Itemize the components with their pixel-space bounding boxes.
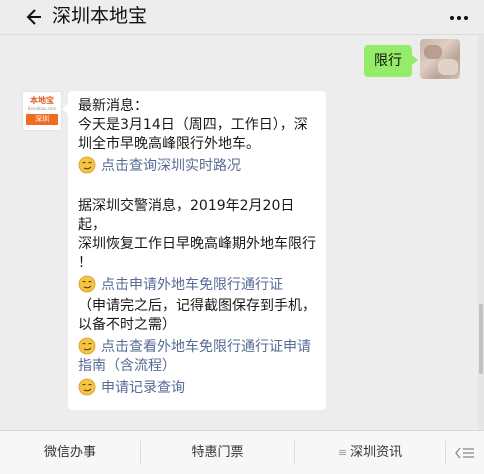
permit-guide-link-cont[interactable]: 指南（含流程）	[78, 357, 316, 376]
apply-permit-link[interactable]: 点击申请外地车免限行通行证	[101, 277, 283, 293]
permit-guide-link[interactable]: 点击查看外地车免限行通行证申请	[101, 339, 311, 355]
message-line: 今天是3月14日（周四，工作日），深	[78, 117, 308, 133]
scrollbar-thumb[interactable]	[479, 304, 483, 374]
link-row-records[interactable]: 申请记录查询	[78, 378, 316, 398]
message-line: 圳全市早晚高峰限行外地车。	[78, 136, 260, 152]
traffic-link[interactable]: 点击查询深圳实时路况	[101, 158, 241, 174]
logo-band: 深圳	[26, 114, 58, 125]
more-dots-icon[interactable]	[448, 8, 470, 28]
menu-shenzhen-news[interactable]: ≡ 深圳资讯	[295, 431, 445, 474]
records-query-link[interactable]: 申请记录查询	[101, 380, 185, 396]
bottom-menu: 微信办事 特惠门票 ≡ 深圳资讯	[0, 430, 484, 474]
chat-area: 限行 本地宝 Bendibao.com 深圳 最新消息： 今天是3月14日（周四…	[0, 35, 484, 430]
avatar-blur	[424, 45, 442, 59]
message-line: 以备不时之需）	[78, 317, 176, 333]
scrollbar[interactable]	[478, 36, 484, 430]
logo-subtext: Bendibao.com	[27, 106, 57, 111]
message-line: 深圳恢复工作日早晚高峰期外地车限行	[78, 236, 316, 252]
keyboard-switch-icon[interactable]	[454, 444, 476, 462]
link-row-apply[interactable]: 点击申请外地车免限行通行证	[78, 275, 316, 295]
official-account-avatar[interactable]: 本地宝 Bendibao.com 深圳	[22, 91, 62, 131]
message-line: （申请完之后，记得截图保存到手机，	[78, 298, 316, 314]
smirk-emoji-icon	[78, 275, 96, 293]
incoming-message: 最新消息： 今天是3月14日（周四，工作日），深 圳全市早晚高峰限行外地车。 点…	[62, 91, 326, 410]
message-line: 最新消息：	[78, 98, 148, 114]
user-avatar[interactable]	[420, 39, 460, 79]
smirk-emoji-icon	[78, 378, 96, 396]
outgoing-message-text: 限行	[374, 53, 402, 69]
message-line: 据深圳交警消息，2019年2月20日起，	[78, 198, 295, 233]
smirk-emoji-icon	[78, 337, 96, 355]
outgoing-message[interactable]: 限行	[364, 45, 418, 77]
logo-text: 本地宝	[30, 96, 54, 105]
back-arrow-icon[interactable]	[22, 6, 44, 28]
link-row-guide[interactable]: 点击查看外地车免限行通行证申请 指南（含流程）	[78, 337, 316, 376]
avatar-blur	[438, 59, 458, 75]
menu-shenzhen-news-label: 深圳资讯	[350, 445, 403, 460]
submenu-icon: ≡	[337, 446, 347, 459]
menu-divider	[445, 441, 446, 465]
menu-discount-tickets[interactable]: 特惠门票	[141, 431, 294, 474]
smirk-emoji-icon	[78, 156, 96, 174]
top-bar: 深圳本地宝	[0, 0, 484, 35]
chat-title: 深圳本地宝	[52, 5, 148, 27]
message-line: ！	[78, 255, 92, 271]
link-row-traffic[interactable]: 点击查询深圳实时路况	[78, 156, 316, 176]
menu-wechat-services[interactable]: 微信办事	[0, 431, 140, 474]
